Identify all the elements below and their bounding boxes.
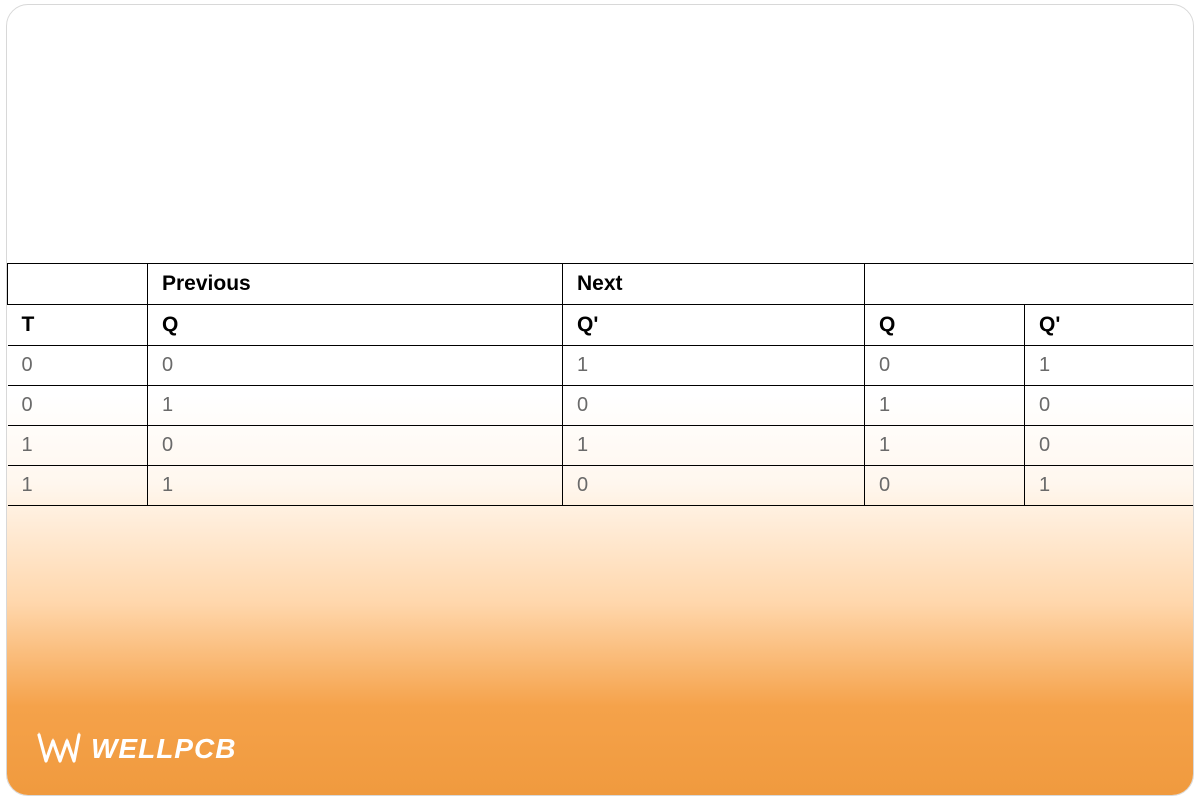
col-header-Q-prev: Q [148,305,563,346]
truth-table-wrap: Previous Next T Q Q' Q Q' 0 0 1 0 [7,263,1193,506]
col-header-Qprime-prev: Q' [563,305,865,346]
cell: 1 [563,426,865,466]
cell: 0 [563,466,865,506]
col-header-Q-next: Q [865,305,1025,346]
col-header-Qprime-next: Q' [1025,305,1195,346]
cell: 0 [563,386,865,426]
truth-table: Previous Next T Q Q' Q Q' 0 0 1 0 [7,263,1194,506]
cell: 1 [148,466,563,506]
header-row: T Q Q' Q Q' [8,305,1195,346]
cell: 0 [148,426,563,466]
cell: 0 [1025,386,1195,426]
cell: 1 [8,426,148,466]
table-row: 1 0 1 1 0 [8,426,1195,466]
cell: 1 [1025,346,1195,386]
cell: 0 [8,386,148,426]
brand-logo: WELLPCB [37,731,236,767]
cell: 0 [148,346,563,386]
cell: 0 [865,346,1025,386]
cell: 1 [8,466,148,506]
cell: 1 [148,386,563,426]
cell: 0 [865,466,1025,506]
cell: 0 [8,346,148,386]
brand-name: WELLPCB [91,733,236,765]
col-header-T: T [8,305,148,346]
group-header-previous: Previous [148,264,563,305]
table-row: 0 1 0 1 0 [8,386,1195,426]
table-row: 0 0 1 0 1 [8,346,1195,386]
cell: 1 [563,346,865,386]
cell: 1 [865,426,1025,466]
wellpcb-icon [37,731,81,767]
cell: 1 [865,386,1025,426]
group-header-blank1 [8,264,148,305]
group-header-next: Next [563,264,865,305]
card: Previous Next T Q Q' Q Q' 0 0 1 0 [6,4,1194,796]
cell: 0 [1025,426,1195,466]
group-header-row: Previous Next [8,264,1195,305]
cell: 1 [1025,466,1195,506]
table-row: 1 1 0 0 1 [8,466,1195,506]
group-header-blank2 [865,264,1195,305]
